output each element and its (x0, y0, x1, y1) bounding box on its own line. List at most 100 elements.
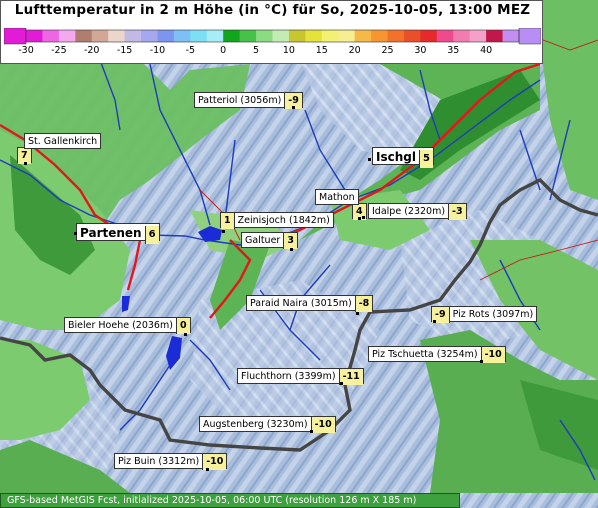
colorbar-tick-label: 20 (348, 45, 361, 56)
colorbar-segment (338, 30, 356, 42)
station-name: Zeinisjoch (1842m) (237, 215, 330, 226)
station-point (24, 162, 27, 165)
station-label: Partenen 6 (76, 223, 160, 244)
station-point (356, 312, 359, 315)
colorbar-segment (190, 30, 208, 42)
station-point (358, 217, 361, 220)
station-name: Galtuer (245, 235, 281, 246)
colorbar-segment (58, 30, 76, 42)
station-label: Galtuer 3 (241, 232, 298, 249)
colorbar-segment (91, 30, 109, 42)
station-label: Paraid Naira (3015m) -8 (246, 295, 374, 312)
colorbar-segment (141, 30, 158, 42)
station-point (184, 333, 187, 336)
station-point (433, 320, 436, 323)
station-label: Augstenberg (3230m) -10 (199, 416, 336, 433)
temperature-value: -10 (480, 347, 505, 363)
colorbar-segment (288, 30, 306, 42)
station-name: St. Gallenkirch (28, 136, 98, 147)
station-label: Piz Tschuetta (3254m) -10 (368, 346, 506, 363)
colorbar-tick-label: 35 (447, 45, 460, 56)
map-title: Lufttemperatur in 2 m Höhe (in °C) für S… (14, 2, 531, 18)
station-name: Paraid Naira (3015m) (250, 298, 352, 309)
colorbar-segment (371, 30, 388, 42)
station-point (206, 468, 209, 471)
colorbar-segment (436, 30, 454, 42)
colorbar-under (4, 28, 27, 45)
colorbar-tick-label: 15 (315, 45, 328, 56)
temperature-value: -3 (448, 204, 466, 220)
colorbar-tick-label: -20 (83, 45, 100, 56)
weather-map: Lufttemperatur in 2 m Höhe (in °C) für S… (0, 0, 598, 508)
station-name: Piz Buin (3312m) (118, 456, 200, 467)
station-label: 1 Zeinisjoch (1842m) (220, 212, 334, 229)
station-name: Ischgl (376, 150, 416, 164)
colorbar-segment (387, 30, 405, 42)
colorbar-tick-label: -25 (51, 45, 67, 56)
station-point (222, 230, 225, 233)
colorbar-tick-label: -10 (149, 45, 166, 56)
header-panel: Lufttemperatur in 2 m Höhe (in °C) für S… (0, 0, 543, 64)
station-name: Idalpe (2320m) (372, 206, 446, 217)
station-point (74, 232, 77, 235)
station-label: St. Gallenkirch (24, 133, 102, 149)
colorbar-segment (239, 30, 257, 42)
colorbar-segment (420, 30, 438, 42)
station-name: Piz Rots (3097m) (452, 309, 534, 320)
station-name: Fluchthorn (3399m) (241, 371, 336, 382)
colorbar-segment (26, 30, 43, 42)
station-label: Piz Buin (3312m) -10 (114, 453, 228, 470)
colorbar-tick-label: 40 (480, 45, 493, 56)
colorbar-segment (256, 30, 273, 42)
station-label: Ischgl 5 (372, 147, 434, 168)
colorbar-segment (305, 30, 323, 42)
colorbar-over (518, 28, 541, 45)
station-label: Mathon (315, 189, 359, 205)
colorbar-tick-label: 30 (414, 45, 427, 56)
temperature-value: 0 (175, 318, 190, 334)
station-name: Patteriol (3056m) (198, 95, 282, 106)
temperature-value: 6 (144, 226, 159, 244)
colorbar-segment (108, 30, 125, 42)
colorbar-segment (469, 30, 487, 42)
temperature-value: -8 (354, 296, 373, 312)
station-name: Augstenberg (3230m) (203, 419, 308, 430)
colorbar-segment (354, 30, 372, 42)
temperature-value: 3 (283, 233, 297, 249)
colorbar-segment (502, 30, 520, 42)
colorbar-segment (272, 30, 290, 42)
colorbar-tick-label: 0 (220, 45, 227, 56)
station-label: Patteriol (3056m) -9 (194, 92, 303, 109)
station-name: Piz Tschuetta (3254m) (372, 349, 478, 360)
temperature-value: 5 (418, 150, 433, 168)
station-label: Fluchthorn (3399m) -11 (237, 368, 364, 385)
colorbar-segment (42, 30, 60, 42)
colorbar-tick-label: 5 (253, 45, 260, 56)
station-point (310, 430, 313, 433)
colorbar-segment (75, 30, 93, 42)
colorbar-tick-label: -5 (185, 45, 196, 56)
station-point (368, 158, 371, 161)
station-point (362, 216, 365, 219)
colorbar-segment (157, 30, 175, 42)
colorbar-segment (124, 30, 142, 42)
colorbar-segment (453, 30, 471, 42)
temperature-value: -10 (310, 417, 335, 433)
station-name: Mathon (319, 192, 355, 203)
colorbar-segment (403, 30, 421, 42)
colorbar-segment (321, 30, 339, 42)
temperature-value: 1 (221, 213, 235, 229)
station-point (480, 360, 483, 363)
station-point (290, 248, 293, 251)
forecast-footer: GFS-based MetGIS Fcst, initialized 2025-… (0, 493, 460, 508)
colorbar-tick-label: -15 (116, 45, 133, 56)
colorbar-tick-label: 10 (282, 45, 295, 56)
colorbar-segment (206, 30, 224, 42)
colorbar-tick-label: -30 (18, 45, 34, 56)
colorbar-segment (486, 30, 503, 42)
colorbar-segment (223, 30, 241, 42)
colorbar-segment (173, 30, 191, 42)
station-label: Bieler Hoehe (2036m) 0 (64, 317, 191, 334)
station-name: Partenen (80, 226, 142, 240)
colorbar-ticks: -30 -25 -20 -15 -10 -5 0 5 10 15 20 25 30 35 40 (1, 45, 544, 59)
